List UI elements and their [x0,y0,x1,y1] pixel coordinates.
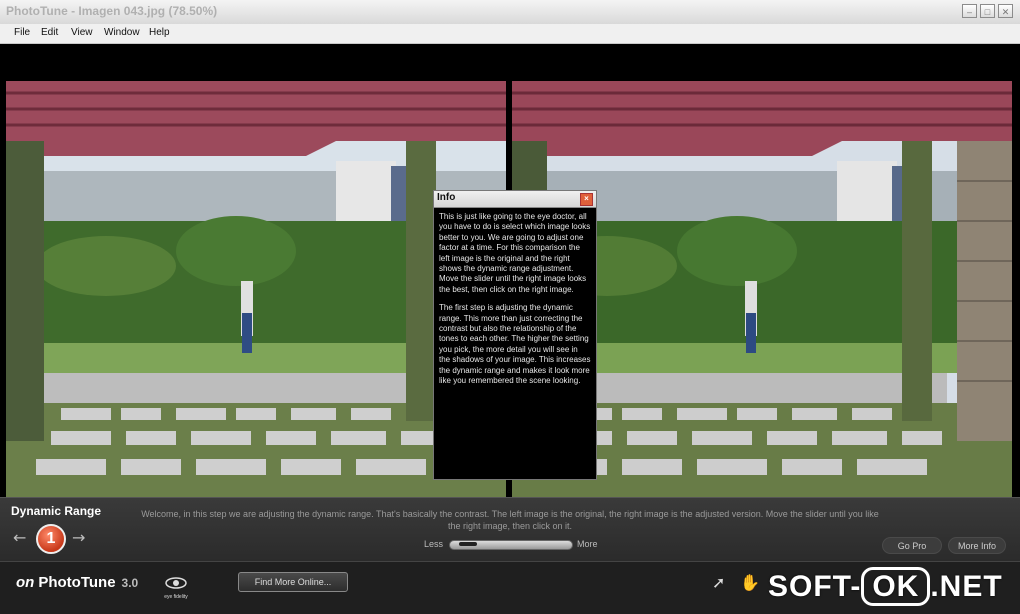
logo-version: 3.0 [121,576,139,590]
more-info-button[interactable]: More Info [948,537,1006,554]
step-description: Welcome, in this step we are adjusting t… [141,509,879,531]
step-title: Dynamic Range [11,504,102,518]
info-dialog: Info × This is just like going to the ey… [433,190,597,480]
dynamic-range-slider[interactable] [449,540,573,550]
close-icon[interactable]: ✕ [998,4,1013,18]
logo-on-text: on [16,574,35,591]
info-dialog-body: This is just like going to the eye docto… [434,208,596,399]
eye-icon [165,577,187,589]
next-step-icon[interactable]: → [72,528,85,547]
info-paragraph-1: This is just like going to the eye docto… [439,212,591,294]
eye-fidelity-text: eye fidelity [164,594,188,600]
menu-bar: File Edit View Window Help [0,24,1020,44]
phototune-logo: on PhotoTune 3.0 [16,574,138,591]
step-number-badge: 1 [36,524,66,554]
info-dialog-header: Info × [434,191,596,208]
pointer-tool-icon[interactable]: ➚ [712,573,725,592]
info-close-icon[interactable]: × [580,193,593,206]
menu-help[interactable]: Help [149,27,170,38]
watermark-left: SOFT- [768,570,862,603]
menu-window[interactable]: Window [104,27,140,38]
info-paragraph-2: The first step is adjusting the dynamic … [439,303,591,386]
info-dialog-title: Info [437,192,456,203]
menu-view[interactable]: View [71,27,93,38]
logo-name: PhotoTune [38,574,116,591]
menu-edit[interactable]: Edit [41,27,58,38]
window-title: PhotoTune - Imagen 043.jpg (78.50%) [6,4,218,18]
image-viewer: Info × This is just like going to the ey… [0,44,1020,500]
bottom-bar: on PhotoTune 3.0 eye fidelity Find More On… [0,561,1020,614]
slider-less-label: Less [424,539,444,549]
slider-more-label: More [577,539,598,549]
minimize-icon[interactable]: – [962,4,977,18]
go-pro-button[interactable]: Go Pro [882,537,942,554]
previous-step-icon[interactable]: ← [13,528,26,547]
slider-thumb[interactable] [458,542,477,546]
menu-file[interactable]: File [14,27,30,38]
eye-fidelity-logo: eye fidelity [158,574,194,600]
title-bar: PhotoTune - Imagen 043.jpg (78.50%) – □ … [0,0,1020,25]
watermark: SOFT- OK .NET [768,567,1003,606]
watermark-ok: OK [861,567,931,606]
watermark-right: .NET [930,570,1003,603]
step-panel: Dynamic Range ← 1 → Welcome, in this ste… [0,497,1020,561]
find-more-online-button[interactable]: Find More Online... [238,572,348,592]
hand-tool-icon[interactable]: ✋ [740,573,760,592]
maximize-icon[interactable]: □ [980,4,995,18]
original-image[interactable] [6,81,506,500]
